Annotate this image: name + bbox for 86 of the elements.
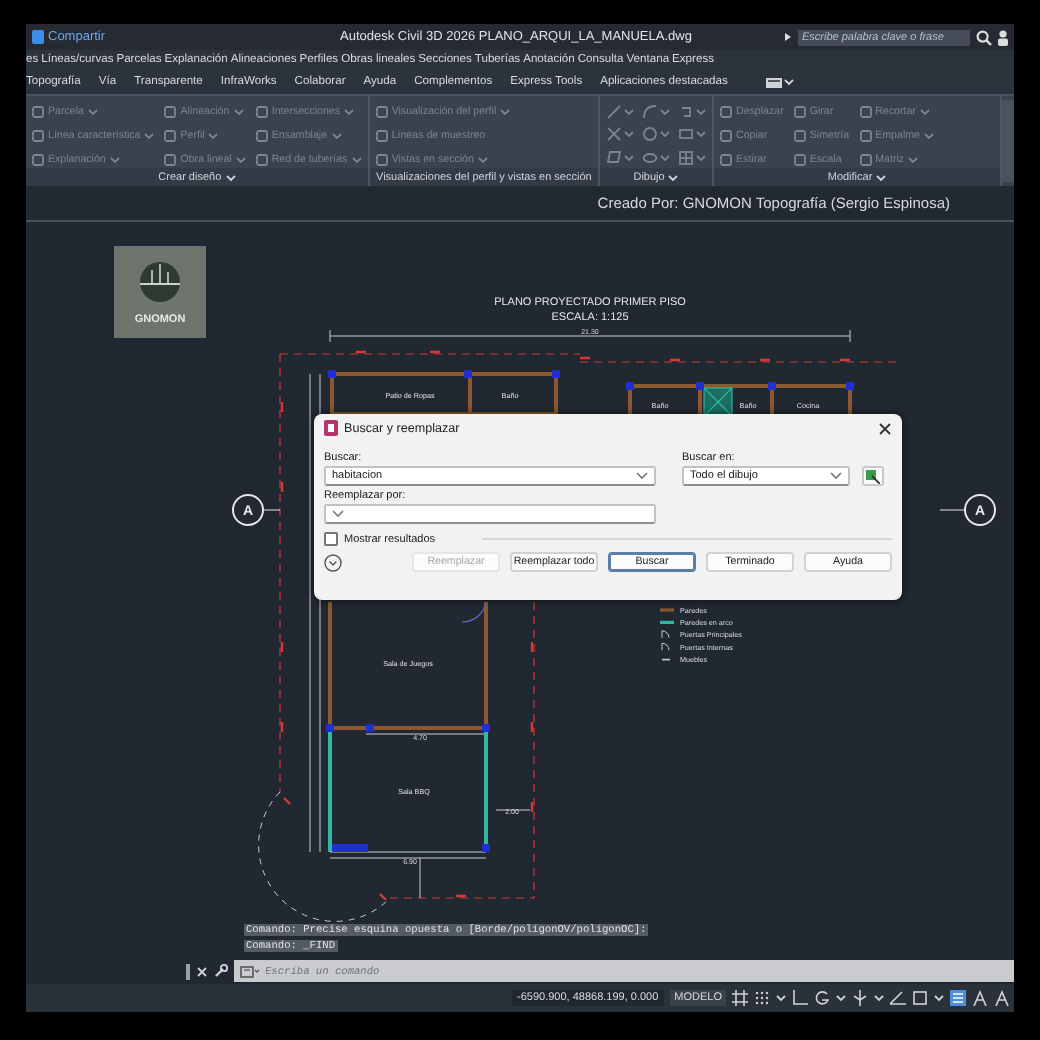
share-icon — [32, 30, 44, 44]
cross-icon — [606, 126, 623, 143]
hatch-icon — [678, 149, 695, 166]
loop-icon — [678, 103, 695, 119]
replace-field[interactable] — [324, 504, 656, 524]
square-icon — [375, 105, 388, 117]
caret-icon — [696, 153, 707, 162]
caret-icon — [660, 130, 671, 139]
square-icon — [255, 105, 268, 117]
square-icon — [255, 153, 268, 165]
square-icon — [793, 129, 806, 141]
caret-icon — [233, 107, 244, 115]
square-icon[interactable] — [912, 990, 928, 1006]
angle-icon[interactable] — [890, 990, 906, 1006]
square-icon — [32, 105, 44, 117]
caret-icon — [351, 155, 362, 163]
caret-icon — [87, 107, 98, 115]
caret-icon — [696, 107, 707, 115]
grid-icon[interactable] — [732, 990, 748, 1006]
dash-icon — [661, 658, 671, 661]
caret-icon — [876, 173, 887, 181]
square-icon — [164, 153, 177, 165]
square-icon — [255, 129, 268, 141]
circle-icon — [642, 126, 659, 143]
show-results-checkbox[interactable] — [324, 532, 338, 546]
square-icon — [720, 129, 733, 141]
chevron-icon — [332, 510, 344, 518]
arc-icon — [642, 103, 659, 119]
chevron-icon — [636, 472, 648, 480]
dots-icon[interactable] — [754, 990, 770, 1006]
square-icon — [720, 105, 733, 117]
search-icon — [976, 29, 992, 45]
terminal-icon — [239, 965, 259, 977]
rectangle-icon — [678, 126, 695, 143]
lines-icon[interactable] — [950, 990, 966, 1006]
workspace-toggle[interactable] — [765, 77, 794, 87]
caret-icon — [836, 994, 846, 1002]
line-icon — [606, 103, 623, 119]
square-icon — [859, 105, 872, 117]
user-icon — [998, 29, 1008, 45]
expand-icon[interactable] — [324, 553, 342, 571]
square-icon — [793, 105, 806, 117]
caret-icon — [208, 131, 219, 139]
caret-icon — [874, 994, 884, 1002]
caret-icon — [660, 107, 671, 115]
ortho-icon[interactable] — [792, 990, 808, 1006]
wrench-icon[interactable] — [213, 964, 227, 978]
caret-icon — [344, 107, 355, 115]
square-icon — [375, 129, 388, 141]
caret-icon — [624, 107, 635, 115]
emblem-icon — [139, 262, 181, 302]
caret-icon — [500, 107, 511, 115]
caret-icon — [923, 131, 934, 139]
close-icon[interactable] — [878, 421, 892, 435]
square-icon — [375, 153, 388, 165]
caret-icon — [783, 78, 794, 86]
ellipse-icon — [642, 149, 659, 166]
square-icon — [859, 153, 872, 165]
caret-icon — [776, 994, 786, 1002]
square-icon — [859, 129, 872, 141]
square-icon — [720, 153, 733, 165]
caret-icon — [624, 130, 635, 139]
square-icon — [32, 153, 44, 165]
annotation-icon[interactable] — [972, 990, 988, 1006]
caret-icon — [331, 131, 342, 139]
caret-icon — [144, 131, 155, 139]
caret-icon — [934, 994, 944, 1002]
square-icon — [164, 105, 177, 117]
chevron-icon — [830, 472, 842, 480]
caret-icon — [109, 155, 120, 163]
grip-handle[interactable] — [186, 963, 189, 979]
caret-icon — [696, 130, 707, 139]
caret-icon — [908, 155, 919, 163]
select-objects-icon — [866, 469, 880, 483]
app-icon — [324, 420, 338, 436]
caret-icon — [784, 32, 792, 42]
select-objects-button[interactable] — [862, 466, 884, 486]
square-icon — [793, 153, 806, 165]
polygon-icon — [606, 149, 623, 166]
square-icon — [32, 129, 44, 141]
square-icon — [164, 129, 177, 141]
window-icon — [765, 77, 782, 87]
caret-icon — [624, 153, 635, 162]
caret-icon — [919, 107, 930, 115]
caret-icon — [477, 155, 488, 163]
annotation-icon[interactable] — [994, 990, 1010, 1006]
